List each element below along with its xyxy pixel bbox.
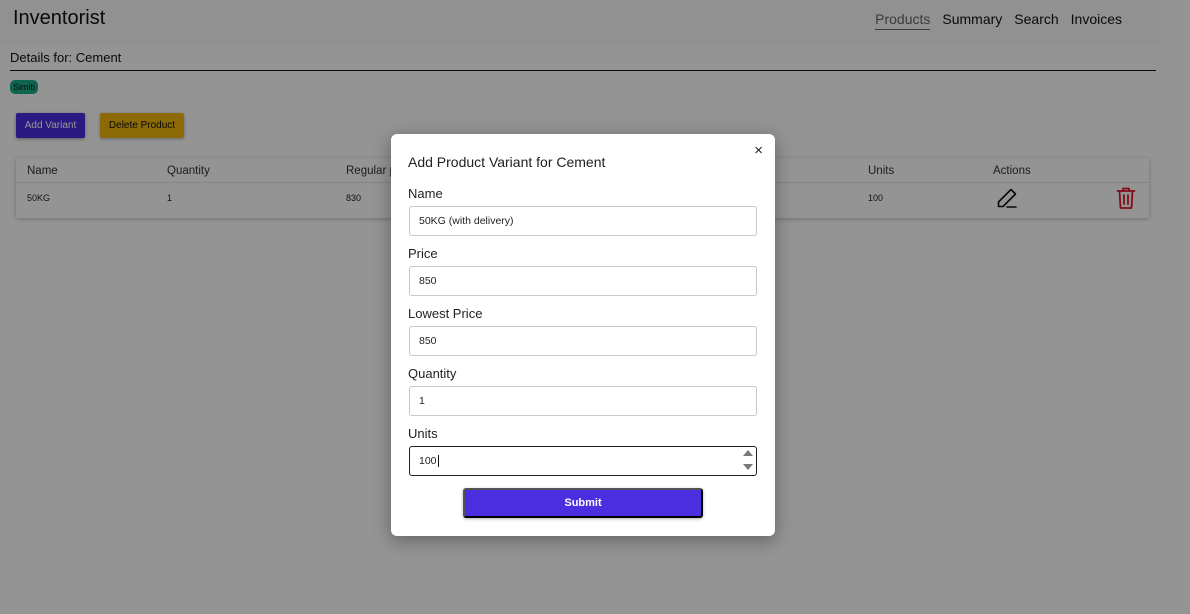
- units-input[interactable]: 100: [409, 446, 757, 476]
- price-input[interactable]: 850: [409, 266, 757, 296]
- close-icon[interactable]: ×: [754, 143, 763, 158]
- lowest-price-input[interactable]: 850: [409, 326, 757, 356]
- lowest-price-label: Lowest Price: [408, 306, 483, 321]
- number-spinner[interactable]: [743, 449, 753, 473]
- quantity-input[interactable]: 1: [409, 386, 757, 416]
- quantity-value: 1: [419, 395, 425, 407]
- spin-down-icon[interactable]: [743, 464, 753, 470]
- name-label: Name: [408, 186, 443, 201]
- price-label: Price: [408, 246, 438, 261]
- add-variant-modal: × Add Product Variant for Cement Name 50…: [391, 134, 775, 536]
- modal-title: Add Product Variant for Cement: [408, 154, 606, 170]
- spin-up-icon[interactable]: [743, 450, 753, 456]
- name-value: 50KG (with delivery): [419, 215, 514, 227]
- submit-button[interactable]: Submit: [463, 488, 703, 518]
- lowest-price-value: 850: [419, 335, 437, 347]
- text-caret: [437, 455, 439, 467]
- units-label: Units: [408, 426, 438, 441]
- price-value: 850: [419, 275, 437, 287]
- units-value: 100: [419, 455, 437, 467]
- name-input[interactable]: 50KG (with delivery): [409, 206, 757, 236]
- quantity-label: Quantity: [408, 366, 457, 381]
